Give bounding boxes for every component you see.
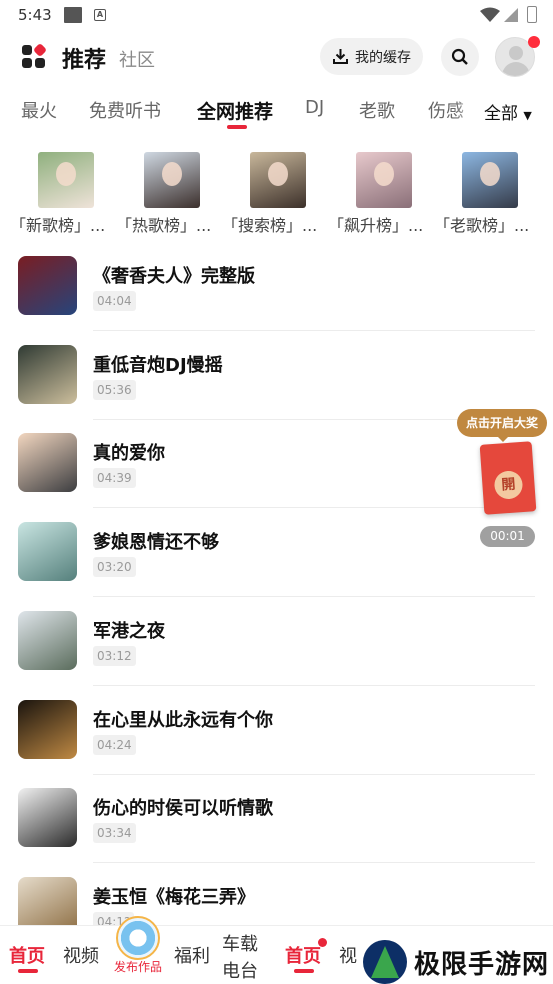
song-cover-image <box>18 433 77 493</box>
row-divider <box>93 507 535 509</box>
song-cover-image <box>18 522 77 582</box>
tab-all-web-recommend[interactable]: 全网推荐 <box>197 97 273 124</box>
top-header: 推荐 社区 我的缓存 <box>0 36 553 78</box>
active-tab-indicator <box>227 125 247 129</box>
download-icon <box>333 49 348 64</box>
chart-card[interactable]: 「搜索榜」... <box>222 152 332 236</box>
my-cache-label: 我的缓存 <box>355 49 411 66</box>
nav-badge-dot <box>318 938 327 947</box>
song-title: 重低音炮DJ慢摇 <box>93 354 223 376</box>
song-cover-image <box>18 610 77 670</box>
song-title: 爹娘恩情还不够 <box>93 532 219 554</box>
nav-car-radio-line2[interactable]: 电台 <box>222 957 258 983</box>
watermark: 极限手游网 <box>360 938 553 984</box>
song-duration: 03:20 <box>93 557 136 578</box>
app-logo-icon <box>22 42 48 69</box>
nav-video-2[interactable]: 视 <box>339 942 357 968</box>
chart-cover-image <box>144 152 200 208</box>
song-row[interactable]: 真的爱你 04:39 <box>0 433 553 522</box>
chart-label: 「热歌榜」... <box>116 216 212 235</box>
song-cover-image <box>18 788 77 848</box>
tab-free-audiobook[interactable]: 免费听书 <box>89 97 161 123</box>
wifi-icon <box>480 7 500 22</box>
row-divider <box>93 684 535 686</box>
chart-card[interactable]: 「新歌榜」... <box>10 152 120 236</box>
tab-sad[interactable]: 伤感 <box>428 97 464 123</box>
watermark-text: 极限手游网 <box>414 950 550 980</box>
notification-square-icon <box>64 7 82 23</box>
song-duration: 03:34 <box>93 823 136 844</box>
row-divider <box>93 862 535 864</box>
nav-publish[interactable]: 发布作品 <box>110 916 166 975</box>
song-title: 伤心的时侯可以听情歌 <box>93 798 273 820</box>
chart-cover-image <box>356 152 412 208</box>
tab-hottest[interactable]: 最火 <box>21 97 57 123</box>
red-packet-button[interactable]: 開 <box>479 441 537 515</box>
search-button[interactable] <box>441 38 479 76</box>
lifebuoy-icon <box>116 916 160 960</box>
nav-home-2[interactable]: 首页 <box>285 942 321 968</box>
nav-car-radio-line1[interactable]: 车载 <box>222 930 258 956</box>
search-icon <box>451 48 468 65</box>
battery-icon <box>527 6 537 23</box>
tab-old-songs[interactable]: 老歌 <box>359 97 395 123</box>
playback-timer: 00:01 <box>480 526 535 547</box>
song-title: 《奢香夫人》完整版 <box>93 266 255 287</box>
my-cache-button[interactable]: 我的缓存 <box>320 38 423 75</box>
song-title: 姜玉恒《梅花三弄》 <box>93 886 255 908</box>
song-row[interactable]: 爹娘恩情还不够 03:20 <box>0 522 553 611</box>
chart-cover-image <box>38 152 94 208</box>
status-bar: 5:43 A <box>0 0 553 30</box>
song-duration: 04:04 <box>93 291 136 311</box>
nav-home[interactable]: 首页 <box>9 942 45 968</box>
tab-community[interactable]: 社区 <box>119 46 155 72</box>
row-divider <box>93 330 535 331</box>
chart-cover-image <box>250 152 306 208</box>
song-row[interactable]: 伤心的时侯可以听情歌 03:34 <box>0 788 553 877</box>
chart-label: 「搜索榜」... <box>222 216 318 235</box>
chart-cover-image <box>462 152 518 208</box>
nav-home-2-indicator <box>294 969 314 973</box>
caret-down-icon: ▼ <box>523 109 532 122</box>
tab-dj[interactable]: DJ <box>305 97 324 118</box>
notification-dot <box>528 36 540 48</box>
song-title: 真的爱你 <box>93 443 165 465</box>
chart-label: 「老歌榜」... <box>434 216 530 235</box>
nav-publish-label: 发布作品 <box>113 960 162 974</box>
row-divider <box>93 596 535 598</box>
bottom-nav: 首页 视频 发布作品 福利 车载 电台 首页 视 极限手游网 <box>0 916 553 984</box>
page-title-recommend[interactable]: 推荐 <box>62 42 106 74</box>
nav-video[interactable]: 视频 <box>63 942 99 968</box>
red-packet-coin-icon: 開 <box>493 470 524 500</box>
chart-card[interactable]: 「老歌榜」... <box>434 152 544 236</box>
chart-card[interactable]: 「热歌榜」... <box>116 152 226 236</box>
promo-bubble[interactable]: 点击开启大奖 <box>457 409 547 442</box>
chart-label: 「新歌榜」... <box>10 216 106 235</box>
song-cover-image <box>18 699 77 759</box>
song-title: 在心里从此永远有个你 <box>93 709 273 731</box>
song-row[interactable]: 军港之夜 03:12 <box>0 610 553 700</box>
row-divider <box>93 773 535 775</box>
nav-welfare[interactable]: 福利 <box>174 942 210 968</box>
chart-label: 「飙升榜」... <box>328 216 424 235</box>
song-cover-image <box>18 344 77 404</box>
song-title: 军港之夜 <box>93 620 165 642</box>
song-duration: 03:12 <box>93 645 136 666</box>
status-time: 5:43 <box>18 6 52 24</box>
song-duration: 04:39 <box>93 468 136 489</box>
song-duration: 04:24 <box>93 734 136 755</box>
song-duration: 05:36 <box>93 379 136 400</box>
song-row[interactable]: 在心里从此永远有个你 04:24 <box>0 699 553 789</box>
song-cover-image <box>18 256 77 315</box>
signal-icon <box>504 8 518 22</box>
category-tabs: 最火 免费听书 全网推荐 DJ 老歌 伤感 <box>0 92 553 132</box>
nav-home-indicator <box>18 969 38 973</box>
all-categories-dropdown[interactable]: 全部 ▼ <box>472 92 553 128</box>
all-categories-label: 全部 <box>484 104 518 124</box>
song-row[interactable]: 《奢香夫人》完整版 04:04 <box>0 256 553 345</box>
chart-card[interactable]: 「飙升榜」... <box>328 152 438 236</box>
notification-a-icon: A <box>94 9 106 21</box>
watermark-logo-icon <box>363 940 407 984</box>
